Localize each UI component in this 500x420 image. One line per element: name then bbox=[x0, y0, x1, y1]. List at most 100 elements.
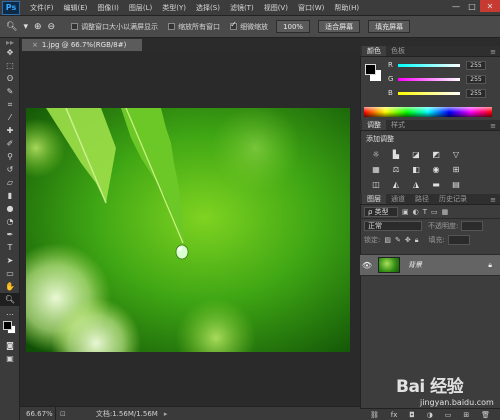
menu-edit[interactable]: 编辑(E) bbox=[64, 3, 88, 13]
tab-swatches[interactable]: 色板 bbox=[386, 46, 410, 56]
fill-field[interactable] bbox=[447, 235, 470, 245]
tab-layers[interactable]: 图层 bbox=[362, 194, 386, 204]
shape-filter-icon[interactable]: ▭ bbox=[431, 208, 438, 216]
actual-pixels-button[interactable]: 100% bbox=[276, 20, 311, 33]
tab-adjustments[interactable]: 调整 bbox=[362, 120, 386, 130]
document-image[interactable] bbox=[26, 108, 350, 352]
pixel-filter-icon[interactable]: ▣ bbox=[402, 208, 409, 216]
menu-image[interactable]: 图像(I) bbox=[97, 3, 119, 13]
invert-icon[interactable]: ◫ bbox=[370, 179, 382, 190]
green-track[interactable] bbox=[398, 77, 460, 81]
foreground-swatch[interactable] bbox=[365, 64, 376, 75]
menu-select[interactable]: 选择(S) bbox=[196, 3, 220, 13]
clone-stamp-tool-icon[interactable]: ⚲ bbox=[0, 150, 20, 163]
menu-help[interactable]: 帮助(H) bbox=[334, 3, 359, 13]
blue-value[interactable]: 255 bbox=[466, 88, 486, 98]
menu-filter[interactable]: 滤镜(T) bbox=[230, 3, 254, 13]
more-tools-icon[interactable]: … bbox=[0, 306, 20, 319]
panel-menu-icon[interactable]: ≡ bbox=[490, 48, 496, 56]
layer-kind-dropdown[interactable]: ρ 类型 bbox=[364, 206, 398, 217]
quick-select-tool-icon[interactable]: ✎ bbox=[0, 85, 20, 98]
selective-color-icon[interactable]: ▤ bbox=[450, 179, 462, 190]
fit-screen-button[interactable]: 适合屏幕 bbox=[318, 20, 361, 33]
blue-track[interactable] bbox=[398, 91, 460, 95]
blue-slider[interactable]: B 255 bbox=[388, 88, 500, 98]
channel-mixer-icon[interactable]: ⊞ bbox=[450, 164, 462, 175]
brush-tool-icon[interactable]: ✐ bbox=[0, 137, 20, 150]
healing-brush-tool-icon[interactable]: ✚ bbox=[0, 124, 20, 137]
checkbox-box-checked[interactable] bbox=[230, 20, 238, 30]
type-filter-icon[interactable]: T bbox=[423, 208, 427, 216]
screen-mode-icon[interactable]: ▣ bbox=[0, 352, 20, 365]
lock-all-icon[interactable]: 🔒︎ bbox=[415, 236, 419, 245]
close-tab-icon[interactable]: × bbox=[32, 41, 38, 49]
dock-collapse-strip[interactable] bbox=[360, 38, 500, 46]
checkbox-box[interactable] bbox=[71, 23, 79, 30]
red-value[interactable]: 255 bbox=[466, 60, 486, 70]
tab-paths[interactable]: 路径 bbox=[410, 194, 434, 204]
adjustment-filter-icon[interactable]: ◐ bbox=[413, 208, 419, 216]
marquee-tool-icon[interactable]: ⬚ bbox=[0, 59, 20, 72]
opacity-field[interactable] bbox=[461, 221, 484, 231]
threshold-icon[interactable]: ◮ bbox=[410, 179, 422, 190]
shape-tool-icon[interactable]: ▭ bbox=[0, 267, 20, 280]
eraser-tool-icon[interactable]: ▱ bbox=[0, 176, 20, 189]
panel-menu-icon[interactable]: ≡ bbox=[490, 196, 496, 204]
eye-icon[interactable]: 👁︎ bbox=[360, 261, 374, 270]
zoom-all-windows-checkbox[interactable]: 缩放所有窗口 bbox=[168, 22, 220, 32]
close-icon[interactable]: ✕ bbox=[480, 0, 500, 12]
tab-channels[interactable]: 通道 bbox=[386, 194, 410, 204]
status-icon[interactable]: ⊡ bbox=[60, 410, 66, 418]
layer-row-background[interactable]: 👁︎ 背景 🔒︎ bbox=[360, 254, 500, 276]
brightness-contrast-icon[interactable]: ☼ bbox=[370, 149, 382, 160]
lock-position-icon[interactable]: ✥ bbox=[405, 236, 411, 244]
lock-transparency-icon[interactable]: ▨ bbox=[384, 236, 391, 244]
zoom-level[interactable]: 66.67% bbox=[20, 407, 56, 420]
foreground-color[interactable] bbox=[3, 321, 12, 330]
zoom-in-icon[interactable]: ⊕ bbox=[34, 22, 42, 32]
zoom-out-icon[interactable]: ⊖ bbox=[48, 22, 56, 32]
panel-menu-icon[interactable]: ≡ bbox=[490, 122, 496, 130]
zoom-tool-icon[interactable]: 🔍︎ bbox=[6, 22, 17, 32]
crop-tool-icon[interactable]: ⌗ bbox=[0, 98, 20, 111]
pen-tool-icon[interactable]: ✒ bbox=[0, 228, 20, 241]
quick-mask-icon[interactable]: ◙ bbox=[0, 339, 20, 352]
eyedropper-tool-icon[interactable]: ⁄ bbox=[0, 111, 20, 124]
posterize-icon[interactable]: ◭ bbox=[390, 179, 402, 190]
history-brush-tool-icon[interactable]: ↺ bbox=[0, 163, 20, 176]
checkbox-box[interactable] bbox=[168, 23, 176, 30]
gradient-map-icon[interactable]: ▬ bbox=[430, 179, 442, 190]
status-arrow-icon[interactable]: ▸ bbox=[164, 410, 168, 418]
menu-view[interactable]: 视图(V) bbox=[264, 3, 288, 13]
menu-window[interactable]: 窗口(W) bbox=[298, 3, 324, 13]
green-value[interactable]: 255 bbox=[466, 74, 486, 84]
fill-screen-button[interactable]: 填充屏幕 bbox=[368, 20, 411, 33]
type-tool-icon[interactable]: T bbox=[0, 241, 20, 254]
red-track[interactable] bbox=[398, 63, 460, 67]
tab-history[interactable]: 历史记录 bbox=[434, 194, 472, 204]
lasso-tool-icon[interactable]: ʘ bbox=[0, 72, 20, 85]
vibrance-icon[interactable]: ▽ bbox=[450, 149, 462, 160]
color-spectrum-ramp[interactable] bbox=[364, 107, 492, 117]
lock-pixels-icon[interactable]: ✎ bbox=[395, 236, 401, 244]
path-select-tool-icon[interactable]: ➤ bbox=[0, 254, 20, 267]
dodge-tool-icon[interactable]: ◔ bbox=[0, 215, 20, 228]
exposure-icon[interactable]: ◩ bbox=[430, 149, 442, 160]
minimize-icon[interactable]: — bbox=[448, 0, 464, 12]
move-tool-icon[interactable]: ✥ bbox=[0, 46, 20, 59]
blur-tool-icon[interactable]: ● bbox=[0, 202, 20, 215]
zoom-tool-icon[interactable]: 🔍︎ bbox=[0, 293, 20, 306]
curves-icon[interactable]: ◪ bbox=[410, 149, 422, 160]
smart-object-filter-icon[interactable]: ▦ bbox=[442, 208, 449, 216]
green-slider[interactable]: G 255 bbox=[388, 74, 500, 84]
chevron-down-icon[interactable]: ▾ bbox=[23, 22, 28, 32]
document-tab[interactable]: × 1.jpg @ 66.7%(RGB/8#) bbox=[22, 39, 142, 51]
menu-type[interactable]: 类型(Y) bbox=[162, 3, 186, 13]
maximize-icon[interactable]: □ bbox=[464, 0, 480, 12]
menu-layer[interactable]: 图层(L) bbox=[129, 3, 152, 13]
layer-name[interactable]: 背景 bbox=[408, 260, 422, 270]
resize-windows-checkbox[interactable]: 调整窗口大小以满屏显示 bbox=[71, 22, 158, 32]
levels-icon[interactable]: ▙ bbox=[390, 149, 402, 160]
hue-saturation-icon[interactable]: ▦ bbox=[370, 164, 382, 175]
menu-file[interactable]: 文件(F) bbox=[30, 3, 54, 13]
